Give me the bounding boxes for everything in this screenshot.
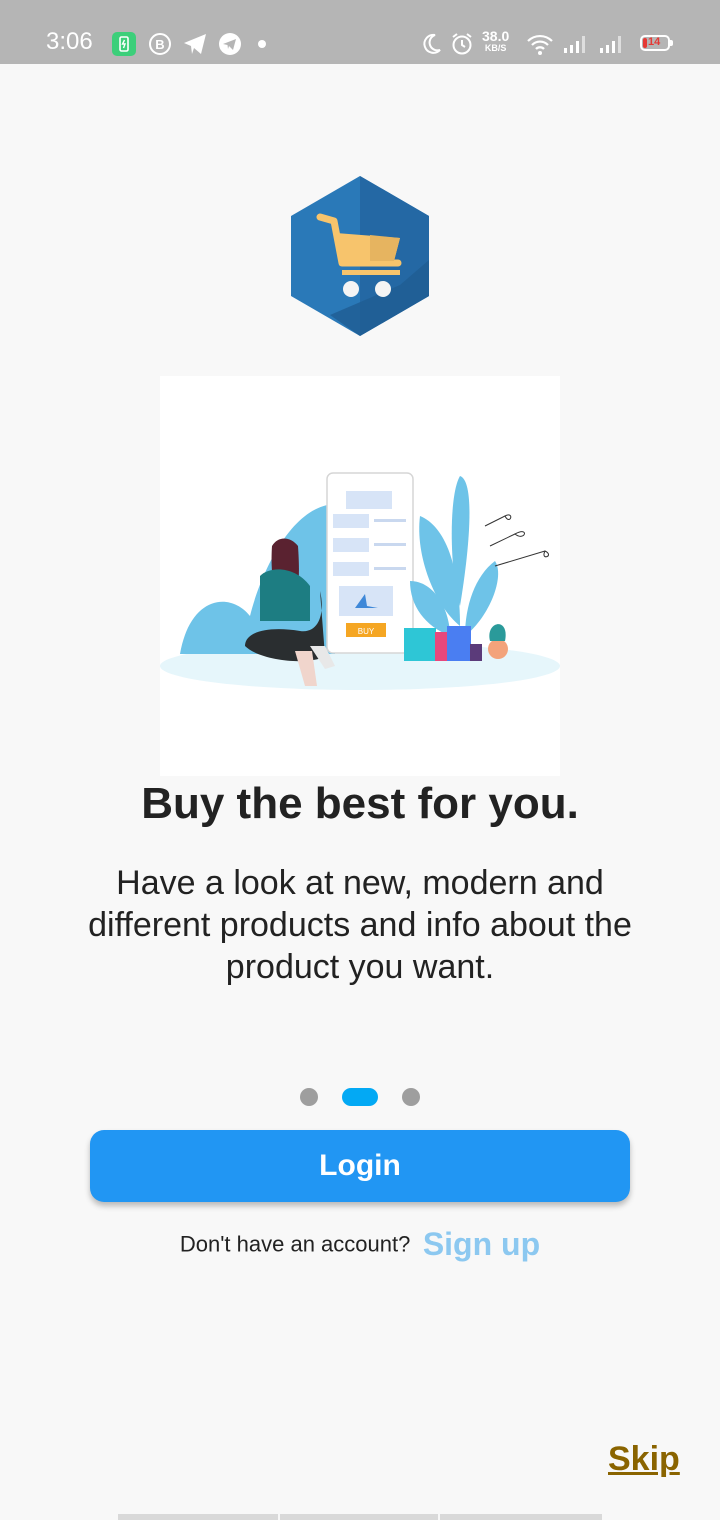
onboarding-title: Buy the best for you. (141, 779, 579, 828)
page-dot[interactable] (402, 1088, 420, 1106)
app-logo (291, 176, 429, 336)
status-bar: 3:06 B 38.0 KB/S 14 (0, 0, 720, 64)
network-speed: 38.0 KB/S (482, 28, 510, 53)
telegram-icon (184, 34, 206, 54)
page-dot-active[interactable] (342, 1088, 378, 1106)
battery-saver-icon (112, 32, 136, 56)
login-button[interactable]: Login (90, 1130, 630, 1202)
alarm-icon (452, 33, 472, 55)
nav-segment (280, 1514, 438, 1520)
shopping-illustration: BUY (160, 472, 560, 690)
skip-link[interactable]: Skip (608, 1440, 680, 1479)
battery-level: 14 (648, 36, 661, 48)
signal-icon (600, 36, 621, 53)
gesture-nav-bar (118, 1512, 602, 1520)
nav-segment (118, 1514, 278, 1520)
telegram-circle-icon (219, 33, 241, 55)
status-time: 3:06 (46, 28, 93, 55)
network-speed-value: 38.0 (482, 28, 510, 44)
moon-icon (423, 33, 441, 54)
hero-illustration: BUY (160, 376, 560, 776)
b-notification-icon: B (149, 33, 171, 55)
signal-icon (564, 36, 585, 53)
page-indicator (0, 1087, 720, 1107)
hero-buy-label: BUY (358, 627, 375, 636)
page-dot[interactable] (300, 1088, 318, 1106)
signup-link[interactable]: Sign up (423, 1226, 540, 1262)
dot-icon (258, 40, 266, 48)
signup-question: Don't have an account? (179, 1231, 411, 1257)
nav-segment (440, 1514, 602, 1520)
network-speed-unit: KB/S (484, 43, 507, 53)
wifi-icon (527, 34, 553, 55)
onboarding-subtitle: Have a look at new, modern and different… (88, 864, 632, 986)
battery-icon: 14 (640, 35, 670, 51)
signup-row: Don't have an account? Sign up (0, 1226, 720, 1266)
svg-text:B: B (155, 37, 164, 52)
